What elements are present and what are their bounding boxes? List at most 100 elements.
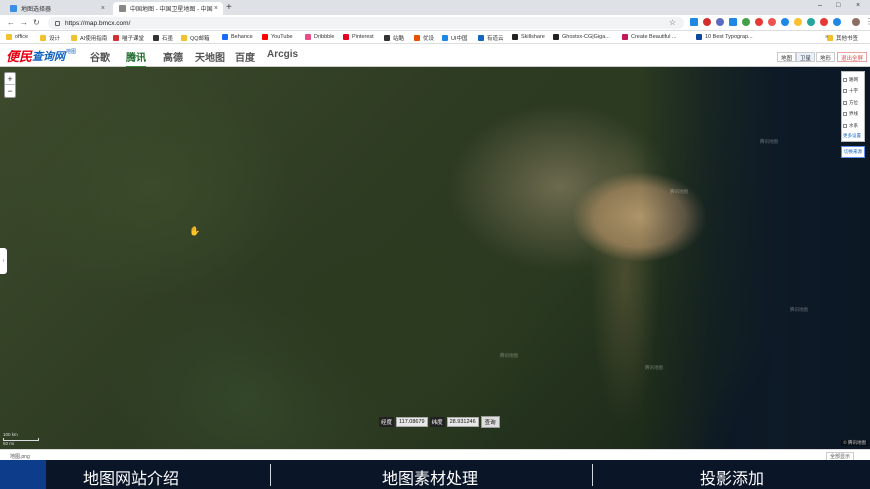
bookmark-icon — [343, 34, 349, 40]
menu-dots-icon[interactable]: ⋮ — [865, 18, 870, 26]
video-caption-bar: 地图网站介绍 地图素材处理 投影添加 — [0, 460, 870, 489]
more-settings-link[interactable]: 更多设置 — [843, 133, 863, 139]
layer-label: 方位 — [849, 99, 858, 105]
longitude-input[interactable]: 117.08679 — [396, 417, 428, 427]
layer-checkbox-row[interactable]: 十字 — [843, 86, 863, 98]
exit-fullscreen-button[interactable]: 退出全屏 — [837, 52, 868, 62]
nav-tab-tencent[interactable]: 腾讯 — [126, 49, 146, 68]
switch-source-button[interactable]: 切换来源 — [841, 146, 865, 158]
tab-china-map[interactable]: 中国地图 - 中国卫星地图 - 中国 × — [113, 2, 223, 15]
checkbox-icon[interactable] — [843, 77, 847, 82]
avatar[interactable] — [852, 18, 860, 26]
bookmark-label: 设计 — [49, 36, 61, 42]
bookmark-item[interactable]: 10 Best Typograp... — [696, 34, 753, 40]
reload-icon[interactable]: ↻ — [33, 18, 40, 27]
bookmark-label: office — [15, 34, 29, 40]
bookmarks-bar: 其他书签 » office 设计 AI使用指南 喵子课堂 石墨 QQ邮箱 Behance Yo… — [0, 31, 870, 44]
download-item[interactable]: 地图.png — [10, 453, 30, 460]
bookmark-item[interactable]: Behance — [222, 34, 253, 40]
logo-sub: 地图 — [66, 49, 77, 55]
checkbox-icon[interactable] — [843, 123, 847, 128]
extension-icon[interactable] — [768, 18, 776, 26]
maptype-terrain-button[interactable]: 地形 — [816, 52, 836, 62]
satellite-map[interactable]: 腾讯地图 腾讯地图 腾讯地图 腾讯地图 腾讯地图 ✋ — [0, 67, 870, 449]
bookmark-item[interactable]: Pinterest — [343, 34, 374, 40]
extension-icon[interactable] — [820, 18, 828, 26]
maptype-satellite-button[interactable]: 卫星 — [796, 52, 816, 62]
maptype-map-button[interactable]: 地图 — [777, 52, 797, 62]
bookmark-icon — [512, 34, 518, 40]
download-bar: 地图.png 全部显示 — [0, 449, 870, 461]
checkbox-icon[interactable] — [843, 112, 847, 117]
bookmarks-more[interactable]: » — [825, 34, 828, 40]
zoom-out-button[interactable]: − — [5, 85, 15, 97]
extension-icon[interactable] — [755, 18, 763, 26]
checkbox-icon[interactable] — [843, 89, 847, 94]
nav-tab-google[interactable]: 谷歌 — [90, 49, 110, 64]
layer-panel: 路网 十字 方位界线 水系 更多设置 — [841, 71, 865, 142]
bookmark-item[interactable]: Dribbble — [305, 34, 334, 40]
bookmark-label: AI使用指南 — [80, 36, 108, 42]
bookmark-label: 石墨 — [162, 36, 174, 42]
bookmark-star-icon[interactable]: ☆ — [669, 18, 676, 27]
latitude-input[interactable]: 28.931246 — [446, 417, 479, 427]
bookmark-item[interactable]: office — [6, 34, 28, 40]
extension-icon[interactable] — [807, 18, 815, 26]
url-input[interactable]: https://map.bmcx.com/ ☆ — [48, 17, 684, 29]
extension-icon[interactable] — [833, 18, 841, 26]
extension-icon[interactable] — [729, 18, 737, 26]
bookmark-item[interactable]: Ghostxx-CG|Giga... — [553, 34, 610, 40]
bookmarks-other[interactable]: 其他书签 — [826, 34, 858, 42]
bookmark-item[interactable]: UI中国 — [442, 34, 468, 42]
tab-map-selector[interactable]: 地图选择器 × — [4, 2, 110, 15]
extension-icon[interactable] — [716, 18, 724, 26]
caption-accent — [0, 460, 46, 489]
maximize-button[interactable]: □ — [836, 2, 840, 9]
minimize-button[interactable]: – — [818, 2, 822, 9]
tab-close-icon[interactable]: × — [101, 5, 105, 12]
extension-icon[interactable] — [742, 18, 750, 26]
bookmark-item[interactable]: YouTube — [262, 34, 293, 40]
bookmark-item[interactable]: Create Beautiful ... — [622, 34, 677, 40]
layer-checkbox-row[interactable]: 水系 — [843, 120, 863, 132]
bookmark-item[interactable]: 优设 — [414, 34, 434, 42]
layer-checkbox-row[interactable]: 路网 — [843, 74, 863, 86]
bookmark-item[interactable]: QQ邮箱 — [181, 34, 210, 42]
extension-icon[interactable] — [794, 18, 802, 26]
checkbox-icon[interactable] — [843, 100, 847, 105]
bookmark-item[interactable]: AI使用指南 — [71, 34, 107, 42]
bookmark-item[interactable]: Skillshare — [512, 34, 545, 40]
extension-icon[interactable] — [703, 18, 711, 26]
side-panel-handle[interactable]: ‹ — [0, 248, 7, 274]
layer-checkbox-row[interactable]: 方位 — [843, 97, 863, 109]
zoom-in-button[interactable]: + — [5, 73, 15, 85]
forward-arrow-icon[interactable]: → — [20, 18, 28, 27]
close-window-button[interactable]: × — [856, 2, 860, 9]
layer-checkbox-row[interactable]: 界线 — [843, 109, 863, 121]
site-navbar: 便民 查询网 地图 谷歌 腾讯 高德 天地图 百度 Arcgis 地图 卫星 地… — [0, 44, 870, 68]
extension-icon[interactable] — [781, 18, 789, 26]
extension-icon[interactable] — [690, 18, 698, 26]
nav-tab-arcgis[interactable]: Arcgis — [267, 49, 298, 60]
latitude-label: 纬度 — [429, 417, 445, 427]
bookmark-item[interactable]: 设计 — [40, 34, 60, 42]
address-bar-row: ← → ↻ https://map.bmcx.com/ ☆ ⋮ — [0, 15, 870, 31]
bookmark-label: YouTube — [271, 34, 293, 40]
bookmark-item[interactable]: 站酷 — [384, 34, 404, 42]
bookmark-item[interactable]: 石墨 — [153, 34, 173, 42]
bookmark-item[interactable]: 有道云 — [478, 34, 504, 42]
bookmark-icon — [384, 35, 390, 41]
bookmark-icon — [71, 35, 77, 41]
tab-close-icon[interactable]: × — [214, 5, 218, 12]
nav-tab-tianditu[interactable]: 天地图 — [195, 49, 225, 64]
query-button[interactable]: 查询 — [480, 416, 500, 428]
back-arrow-icon[interactable]: ← — [7, 18, 15, 27]
tab-label: 地图选择器 — [21, 7, 52, 13]
nav-tab-gaode[interactable]: 高德 — [163, 49, 183, 64]
bookmark-icon — [113, 35, 119, 41]
bookmark-label: 有道云 — [487, 36, 504, 42]
bookmark-item[interactable]: 喵子课堂 — [113, 34, 144, 42]
site-logo[interactable]: 便民 查询网 地图 — [6, 47, 76, 64]
nav-tab-baidu[interactable]: 百度 — [235, 49, 255, 64]
new-tab-button[interactable]: + — [226, 2, 232, 13]
